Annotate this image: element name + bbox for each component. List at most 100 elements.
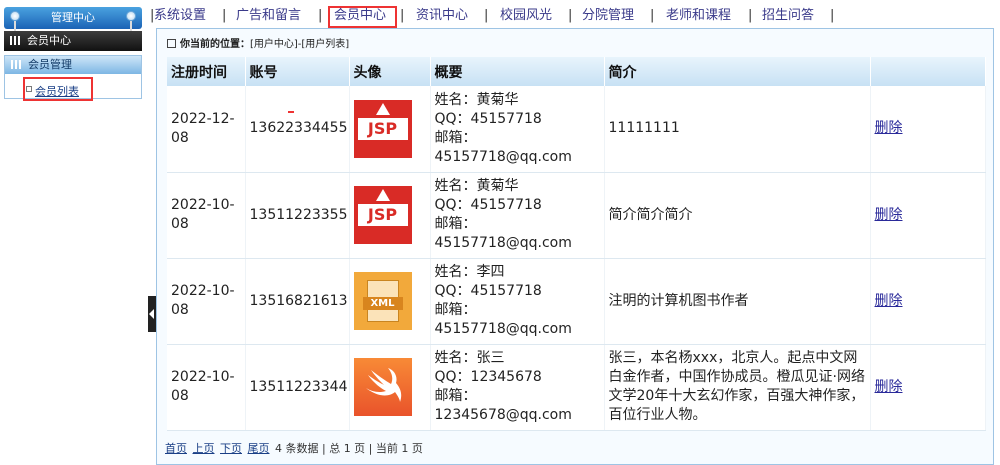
sidebar: 管理中心 会员中心 会员管理 会员列表 — [0, 0, 148, 465]
breadcrumb-path: [用户中心]-[用户列表] — [250, 39, 350, 50]
register-date: 2022-12-08 — [167, 86, 246, 173]
summary-cell: 姓名：张三 QQ：12345678 邮箱： 12345678@qq.com — [430, 344, 605, 431]
summary-cell: 姓名：黄菊华 QQ：45157718 邮箱： 45157718@qq.com — [430, 86, 605, 173]
summary-email: 45157718@qq.com — [434, 148, 572, 165]
breadcrumb-label: 你当前的位置： — [180, 39, 250, 50]
nav-item-news-center[interactable]: 资讯中心 — [416, 5, 468, 27]
sidebar-link-member-list[interactable]: 会员列表 — [35, 83, 79, 99]
sidebar-header-label: 管理中心 — [51, 11, 95, 24]
account-number: 13511223344 — [245, 344, 350, 431]
summary-name: 姓名：李四 — [434, 264, 505, 280]
nav-item-teachers-courses[interactable]: 老师和课程 — [666, 5, 731, 27]
summary-email: 45157718@qq.com — [434, 235, 572, 251]
summary-name: 姓名：黄菊华 — [434, 178, 519, 194]
column-header: 账号 — [245, 57, 350, 86]
nav-separator: | — [484, 8, 489, 23]
action-cell: 删除 — [870, 258, 986, 345]
summary-qq: QQ：12345678 — [434, 369, 542, 385]
avatar-cell: JSP — [349, 86, 431, 173]
summary-email-label: 邮箱： — [434, 388, 477, 404]
nav-separator: | — [400, 8, 405, 23]
top-navigation: | 系统设置 | 广告和留言 | 会员中心 | 资讯中心 | 校园风光 | 分院… — [150, 5, 1000, 28]
sidebar-group-member-management: 会员管理 会员列表 — [4, 55, 142, 101]
column-header: 头像 — [349, 57, 431, 86]
delete-link[interactable]: 删除 — [875, 293, 903, 309]
summary-qq: QQ：45157718 — [434, 283, 542, 299]
nav-separator: | — [222, 8, 227, 23]
action-cell: 删除 — [870, 86, 986, 173]
bullet-icon — [26, 86, 32, 92]
summary-email: 45157718@qq.com — [434, 321, 572, 337]
grid-icon — [10, 36, 22, 45]
summary-name: 姓名：黄菊华 — [434, 91, 519, 108]
sidebar-header: 管理中心 — [4, 7, 142, 33]
register-date: 2022-10-08 — [167, 172, 246, 259]
marker-icon — [287, 111, 294, 114]
pager-info: 4 条数据 | 总 1 页 | 当前 1 页 — [275, 442, 423, 455]
pager-last[interactable]: 尾页 — [248, 442, 270, 455]
column-header: 简介 — [604, 57, 871, 86]
highlight-box: 会员列表 — [23, 77, 93, 101]
summary-email-label: 邮箱： — [434, 216, 477, 232]
nav-separator: | — [318, 8, 323, 23]
register-date: 2022-10-08 — [167, 258, 246, 345]
nav-separator: | — [568, 8, 573, 23]
avatar-cell: JSP — [349, 172, 431, 259]
intro-cell: 注明的计算机图书作者 — [604, 258, 871, 345]
nav-item-branch-management[interactable]: 分院管理 — [582, 5, 634, 27]
pagination: 首页 上页 下页 尾页 4 条数据 | 总 1 页 | 当前 1 页 — [165, 440, 423, 456]
pager-first[interactable]: 首页 — [165, 442, 187, 455]
avatar-cell — [349, 344, 431, 431]
action-cell: 删除 — [870, 172, 986, 259]
table-row: 2022-10-08 13516821613 XML 姓名：李四 QQ：45157… — [167, 258, 986, 345]
account-number: 13516821613 — [245, 258, 350, 345]
breadcrumb: 你当前的位置：[用户中心]-[用户列表] — [167, 35, 349, 50]
intro-cell: 张三，本名杨xxx，北京人。起点中文网白金作者，中国作协成员。橙瓜见证·网络文学… — [604, 344, 871, 431]
sidebar-collapse-toggle[interactable] — [148, 296, 156, 332]
nav-separator: | — [748, 8, 753, 23]
jsp-icon: JSP — [353, 186, 412, 244]
intro-cell: 简介简介简介 — [604, 172, 871, 259]
nav-separator: | — [650, 8, 655, 23]
table-header-row: 注册时间 账号 头像 概要 简介 — [167, 57, 986, 86]
nav-item-member-center[interactable]: 会员中心 — [334, 5, 386, 27]
summary-email: 12345678@qq.com — [434, 407, 572, 423]
action-cell: 删除 — [870, 344, 986, 431]
column-header: 注册时间 — [167, 57, 246, 86]
summary-qq: QQ：45157718 — [434, 197, 542, 213]
grid-icon — [11, 60, 23, 69]
account-cell: 13622334455 — [245, 86, 350, 173]
table-row: 2022-12-08 13622334455 JSP 姓名：黄菊华 QQ：4515… — [167, 86, 986, 173]
xml-icon: XML — [353, 272, 412, 330]
swift-icon — [353, 358, 412, 416]
pager-next[interactable]: 下页 — [220, 442, 242, 455]
app-root: 管理中心 会员中心 会员管理 会员列表 | 系统设置 | 广告和留言 | 会员中… — [0, 0, 1000, 465]
nav-item-ads-messages[interactable]: 广告和留言 — [236, 5, 301, 27]
intro-cell: 11111111 — [604, 86, 871, 173]
nav-item-system-settings[interactable]: 系统设置 — [154, 5, 206, 27]
summary-cell: 姓名：李四 QQ：45157718 邮箱： 45157718@qq.com — [430, 258, 605, 345]
sidebar-section-member-center[interactable]: 会员中心 — [4, 31, 142, 51]
summary-email-label: 邮箱： — [434, 129, 477, 146]
pager-prev[interactable]: 上页 — [193, 442, 215, 455]
pin-icon — [10, 11, 20, 21]
account-number: 13511223355 — [245, 172, 350, 259]
nav-item-admissions-qa[interactable]: 招生问答 — [762, 5, 814, 27]
sidebar-section-label: 会员中心 — [27, 34, 71, 47]
delete-link[interactable]: 删除 — [875, 120, 903, 136]
column-header: 概要 — [430, 57, 605, 86]
delete-link[interactable]: 删除 — [875, 379, 903, 395]
account-number: 13622334455 — [249, 120, 348, 137]
nav-item-campus-scenery[interactable]: 校园风光 — [500, 5, 552, 27]
sidebar-group-title[interactable]: 会员管理 — [5, 56, 141, 74]
location-icon — [167, 39, 176, 48]
table-row: 2022-10-08 13511223344 姓名：张三 QQ：12345678 邮… — [167, 344, 986, 431]
column-header — [870, 57, 986, 86]
main-panel: 你当前的位置：[用户中心]-[用户列表] 注册时间 账号 头像 概要 简介 20… — [156, 28, 994, 465]
delete-link[interactable]: 删除 — [875, 207, 903, 223]
summary-name: 姓名：张三 — [434, 350, 505, 366]
pin-icon — [126, 11, 136, 21]
sidebar-group-label: 会员管理 — [28, 58, 72, 71]
summary-cell: 姓名：黄菊华 QQ：45157718 邮箱： 45157718@qq.com — [430, 172, 605, 259]
summary-email-label: 邮箱： — [434, 302, 477, 318]
